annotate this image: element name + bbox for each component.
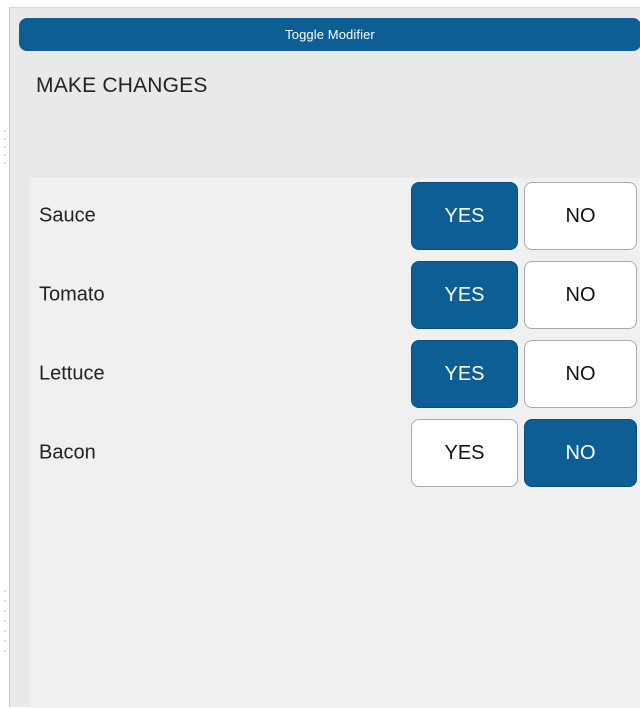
window-edge-decoration — [4, 130, 6, 660]
tomato-no-button[interactable]: NO — [524, 261, 637, 329]
modifier-label: Sauce — [39, 204, 96, 227]
window-title: Toggle Modifier — [285, 27, 375, 42]
dialog-window: Toggle Modifier MAKE CHANGES Sauce YES N… — [9, 7, 640, 708]
sauce-yes-button[interactable]: YES — [411, 182, 518, 250]
tomato-yes-button[interactable]: YES — [411, 261, 518, 329]
sauce-no-button[interactable]: NO — [524, 182, 637, 250]
modifier-row-sauce: Sauce YES NO — [30, 182, 640, 250]
modifier-row-tomato: Tomato YES NO — [30, 261, 640, 329]
modifier-row-lettuce: Lettuce YES NO — [30, 340, 640, 408]
lettuce-no-button[interactable]: NO — [524, 340, 637, 408]
modifier-label: Bacon — [39, 441, 96, 464]
bacon-no-button[interactable]: NO — [524, 419, 637, 487]
modifier-label: Lettuce — [39, 362, 105, 385]
modifier-label: Tomato — [39, 283, 105, 306]
lettuce-yes-button[interactable]: YES — [411, 340, 518, 408]
modifier-row-bacon: Bacon YES NO — [30, 419, 640, 487]
page-heading: MAKE CHANGES — [36, 74, 208, 97]
bacon-yes-button[interactable]: YES — [411, 419, 518, 487]
modifier-panel: Sauce YES NO Tomato YES NO Lettuce YES N… — [30, 178, 640, 708]
title-bar: Toggle Modifier — [19, 18, 640, 51]
